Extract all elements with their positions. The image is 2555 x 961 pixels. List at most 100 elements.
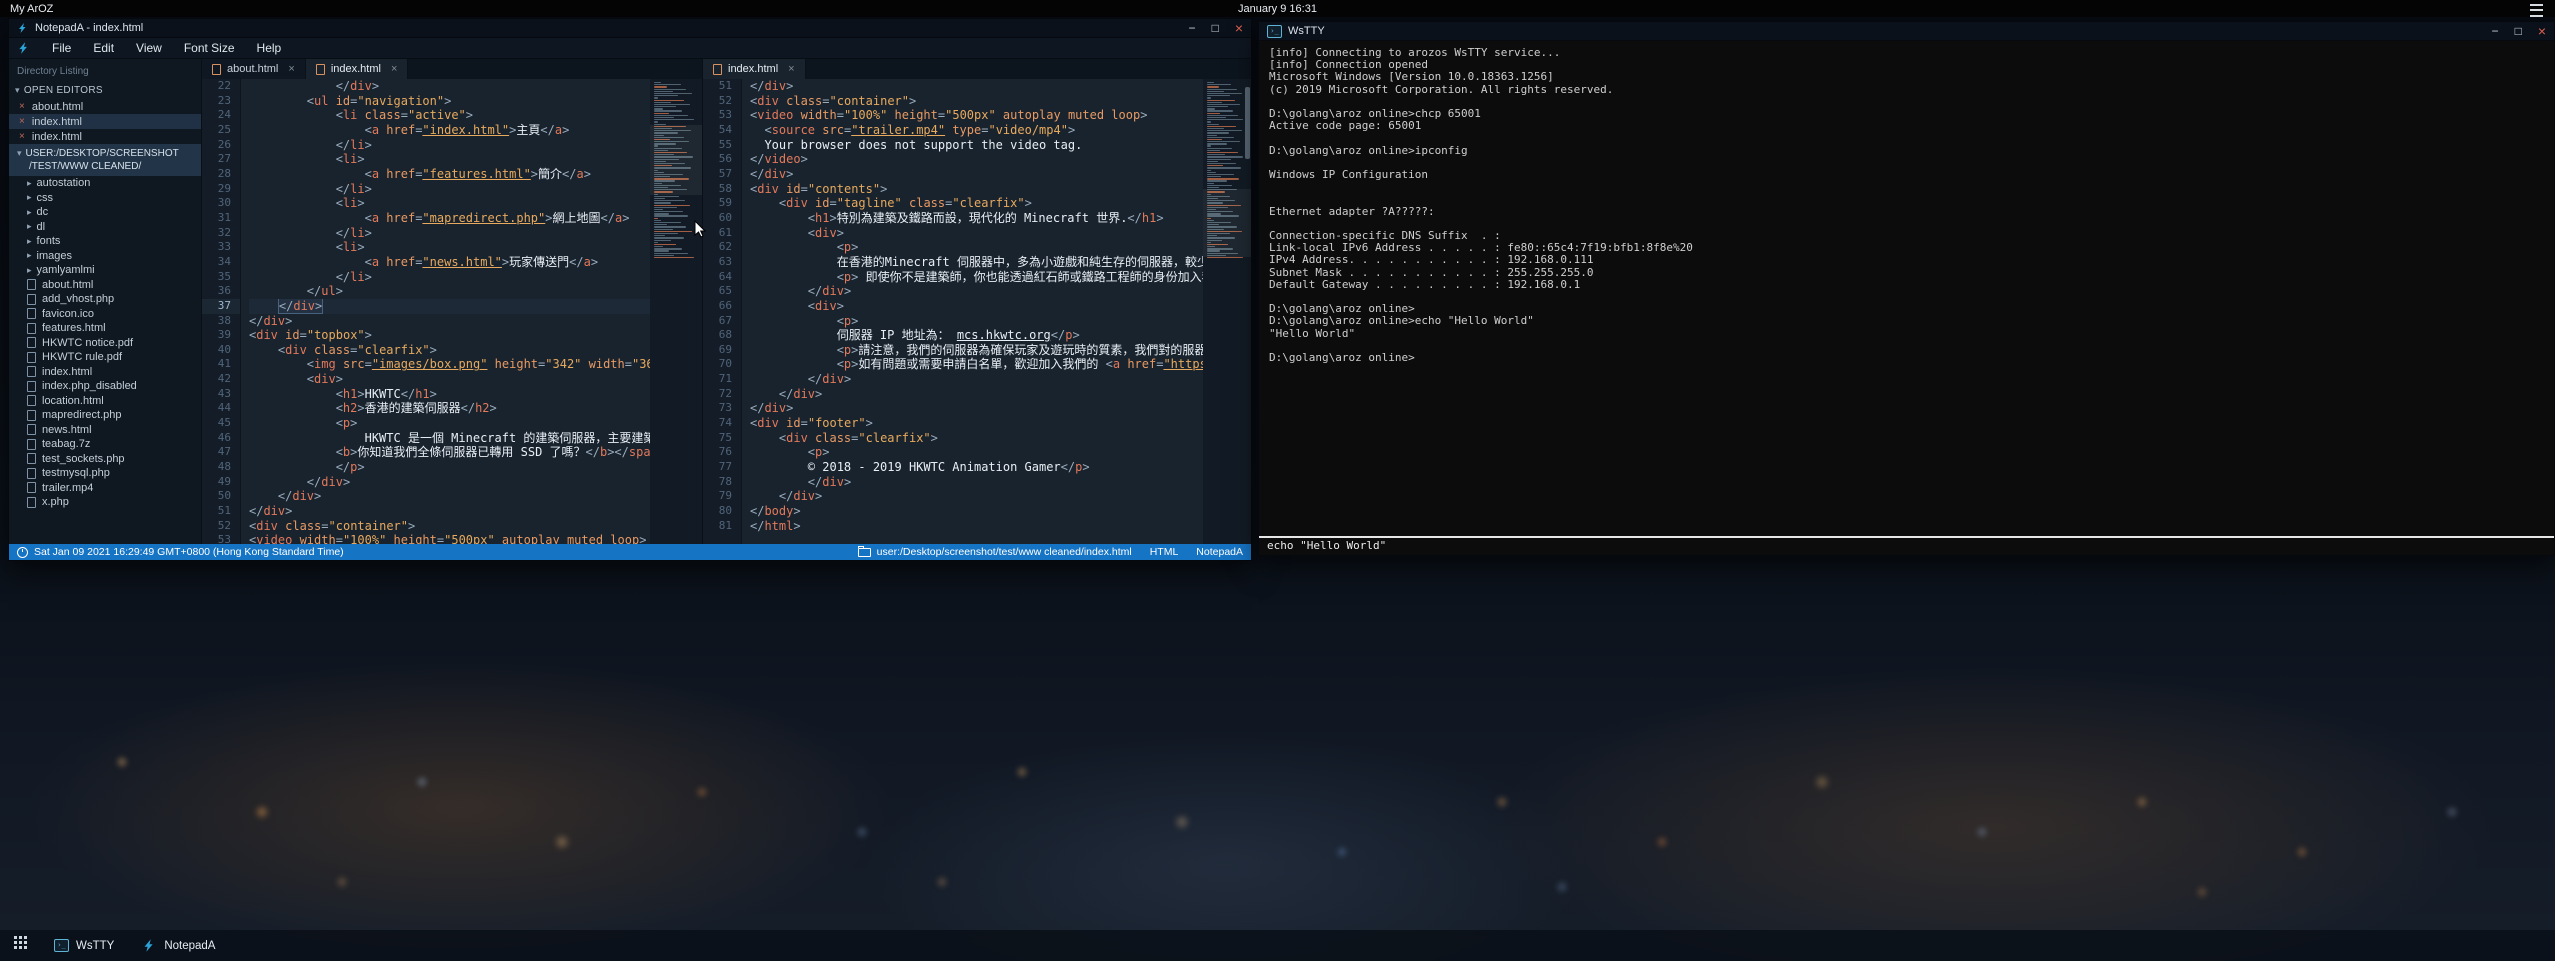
line-number: 22	[202, 79, 240, 94]
tree-file[interactable]: add_vhost.php	[9, 292, 201, 307]
tree-folder[interactable]: ▸ fonts	[9, 234, 201, 249]
tree-file[interactable]: teabag.7z	[9, 437, 201, 452]
code-line: </li>	[249, 138, 650, 153]
tree-folder[interactable]: ▸ css	[9, 191, 201, 206]
close-editor-icon[interactable]: ×	[19, 131, 25, 142]
close-icon[interactable]: ×	[1235, 22, 1243, 34]
taskbar-item-notepada[interactable]: NotepadA	[128, 930, 229, 961]
taskbar-item-wstty[interactable]: ›_ WsTTY	[40, 930, 128, 961]
minimap[interactable]	[1203, 79, 1251, 544]
tree-file[interactable]: trailer.mp4	[9, 481, 201, 496]
tab-close-icon[interactable]: ×	[391, 63, 397, 75]
terminal-line: D:\golang\aroz online>ipconfig	[1269, 145, 2544, 157]
code-area[interactable]: </div> <ul id="navigation"> <li class="a…	[241, 79, 650, 544]
line-number: 45	[202, 416, 240, 431]
tree-file[interactable]: mapredirect.php	[9, 408, 201, 423]
code-area[interactable]: </div><div class="container"><video widt…	[742, 79, 1203, 544]
code-line: Your browser does not support the video …	[750, 138, 1203, 153]
editor-area: about.html × index.html × 22232425262728…	[202, 59, 1251, 544]
tree-file[interactable]: about.html	[9, 278, 201, 293]
line-number: 59	[703, 196, 741, 211]
app-grid-icon[interactable]	[14, 936, 17, 939]
menu-item[interactable]: Edit	[82, 38, 125, 58]
tree-file[interactable]: features.html	[9, 321, 201, 336]
tab-close-icon[interactable]: ×	[788, 63, 794, 75]
terminal-icon: ›_	[1267, 25, 1282, 38]
notepada-logo-icon	[17, 41, 31, 55]
close-editor-icon[interactable]: ×	[19, 116, 25, 127]
close-icon[interactable]: ×	[2538, 25, 2546, 37]
tab-close-icon[interactable]: ×	[288, 63, 294, 75]
terminal-input[interactable]: echo "Hello World"	[1259, 536, 2554, 555]
line-number: 42	[202, 372, 240, 387]
aroz-brand[interactable]: My ArOZ	[10, 3, 53, 15]
maximize-icon[interactable]: □	[1212, 22, 1219, 34]
code-line: <h2>香港的建築伺服器</h2>	[249, 401, 650, 416]
file-icon	[27, 410, 36, 421]
code-line: </div>	[249, 314, 650, 329]
terminal-output[interactable]: [info] Connecting to arozos WsTTY servic…	[1259, 41, 2554, 536]
code-line: <li>	[249, 196, 650, 211]
tree-folder[interactable]: ▸ dl	[9, 220, 201, 235]
line-number: 31	[202, 211, 240, 226]
tree-folder[interactable]: ▸ autostation	[9, 176, 201, 191]
editor-tab[interactable]: about.html ×	[202, 59, 306, 79]
line-number: 81	[703, 519, 741, 534]
maximize-icon[interactable]: □	[2515, 25, 2522, 37]
line-number: 79	[703, 489, 741, 504]
code-line: <a href="index.html">主頁</a>	[249, 123, 650, 138]
hamburger-menu-icon[interactable]	[2530, 4, 2543, 17]
line-number: 57	[703, 167, 741, 182]
editor-tab[interactable]: index.html ×	[703, 59, 806, 79]
tree-file[interactable]: x.php	[9, 495, 201, 510]
tree-folder[interactable]: ▸ dc	[9, 205, 201, 220]
minimap[interactable]	[650, 79, 702, 544]
close-editor-icon[interactable]: ×	[19, 101, 25, 112]
tree-file[interactable]: favicon.ico	[9, 307, 201, 322]
open-editors-section[interactable]: ▾ OPEN EDITORS	[9, 82, 201, 99]
terminal-line: [info] Connecting to arozos WsTTY servic…	[1269, 47, 2544, 59]
minimize-icon[interactable]: −	[2492, 25, 2499, 37]
tree-file[interactable]: location.html	[9, 394, 201, 409]
menu-item[interactable]: Help	[246, 38, 293, 58]
menu-item[interactable]: View	[125, 38, 173, 58]
tree-file[interactable]: test_sockets.php	[9, 452, 201, 467]
notepada-titlebar[interactable]: NotepadA - index.html − □ ×	[9, 19, 1251, 38]
tree-file[interactable]: testmysql.php	[9, 466, 201, 481]
line-number: 29	[202, 182, 240, 197]
code-line: </div>	[249, 489, 650, 504]
wstty-window: ›_ WsTTY − □ × [info] Connecting to aroz…	[1258, 21, 2555, 556]
file-list: about.html add_vhost.php favicon.ico	[9, 278, 201, 510]
tree-file[interactable]: news.html	[9, 423, 201, 438]
scrollbar-thumb[interactable]	[1245, 87, 1250, 159]
tree-root[interactable]: ▾USER:/DESKTOP/SCREENSHOT /TEST/WWW CLEA…	[9, 144, 201, 176]
file-name: HKWTC notice.pdf	[42, 337, 133, 349]
minimize-icon[interactable]: −	[1189, 22, 1196, 34]
open-editor-item[interactable]: × about.html	[9, 99, 201, 114]
line-number: 48	[202, 460, 240, 475]
open-editor-item[interactable]: × index.html	[9, 129, 201, 144]
line-number: 63	[703, 255, 741, 270]
line-number: 72	[703, 387, 741, 402]
chevron-right-icon: ▸	[27, 236, 32, 247]
code-line: <div id="topbox">	[249, 328, 650, 343]
tree-folder[interactable]: ▸ images	[9, 249, 201, 264]
menu-item[interactable]: File	[41, 38, 82, 58]
open-editor-item[interactable]: × index.html	[9, 114, 201, 129]
wstty-titlebar[interactable]: ›_ WsTTY − □ ×	[1259, 22, 2554, 41]
editor-tab[interactable]: index.html ×	[306, 59, 409, 79]
tree-file[interactable]: HKWTC rule.pdf	[9, 350, 201, 365]
tree-file[interactable]: index.html	[9, 365, 201, 380]
file-icon	[27, 279, 36, 290]
tree-file[interactable]: HKWTC notice.pdf	[9, 336, 201, 351]
menu-item[interactable]: Font Size	[173, 38, 246, 58]
tree-file[interactable]: index.php_disabled	[9, 379, 201, 394]
notepada-statusbar: Sat Jan 09 2021 16:29:49 GMT+0800 (Hong …	[9, 544, 1251, 560]
line-number: 41	[202, 357, 240, 372]
line-number: 55	[703, 138, 741, 153]
line-number: 69	[703, 343, 741, 358]
tree-folder[interactable]: ▸ yamlyamlmi	[9, 263, 201, 278]
line-number: 53	[703, 108, 741, 123]
file-icon	[212, 64, 221, 75]
chevron-right-icon: ▸	[27, 192, 32, 203]
